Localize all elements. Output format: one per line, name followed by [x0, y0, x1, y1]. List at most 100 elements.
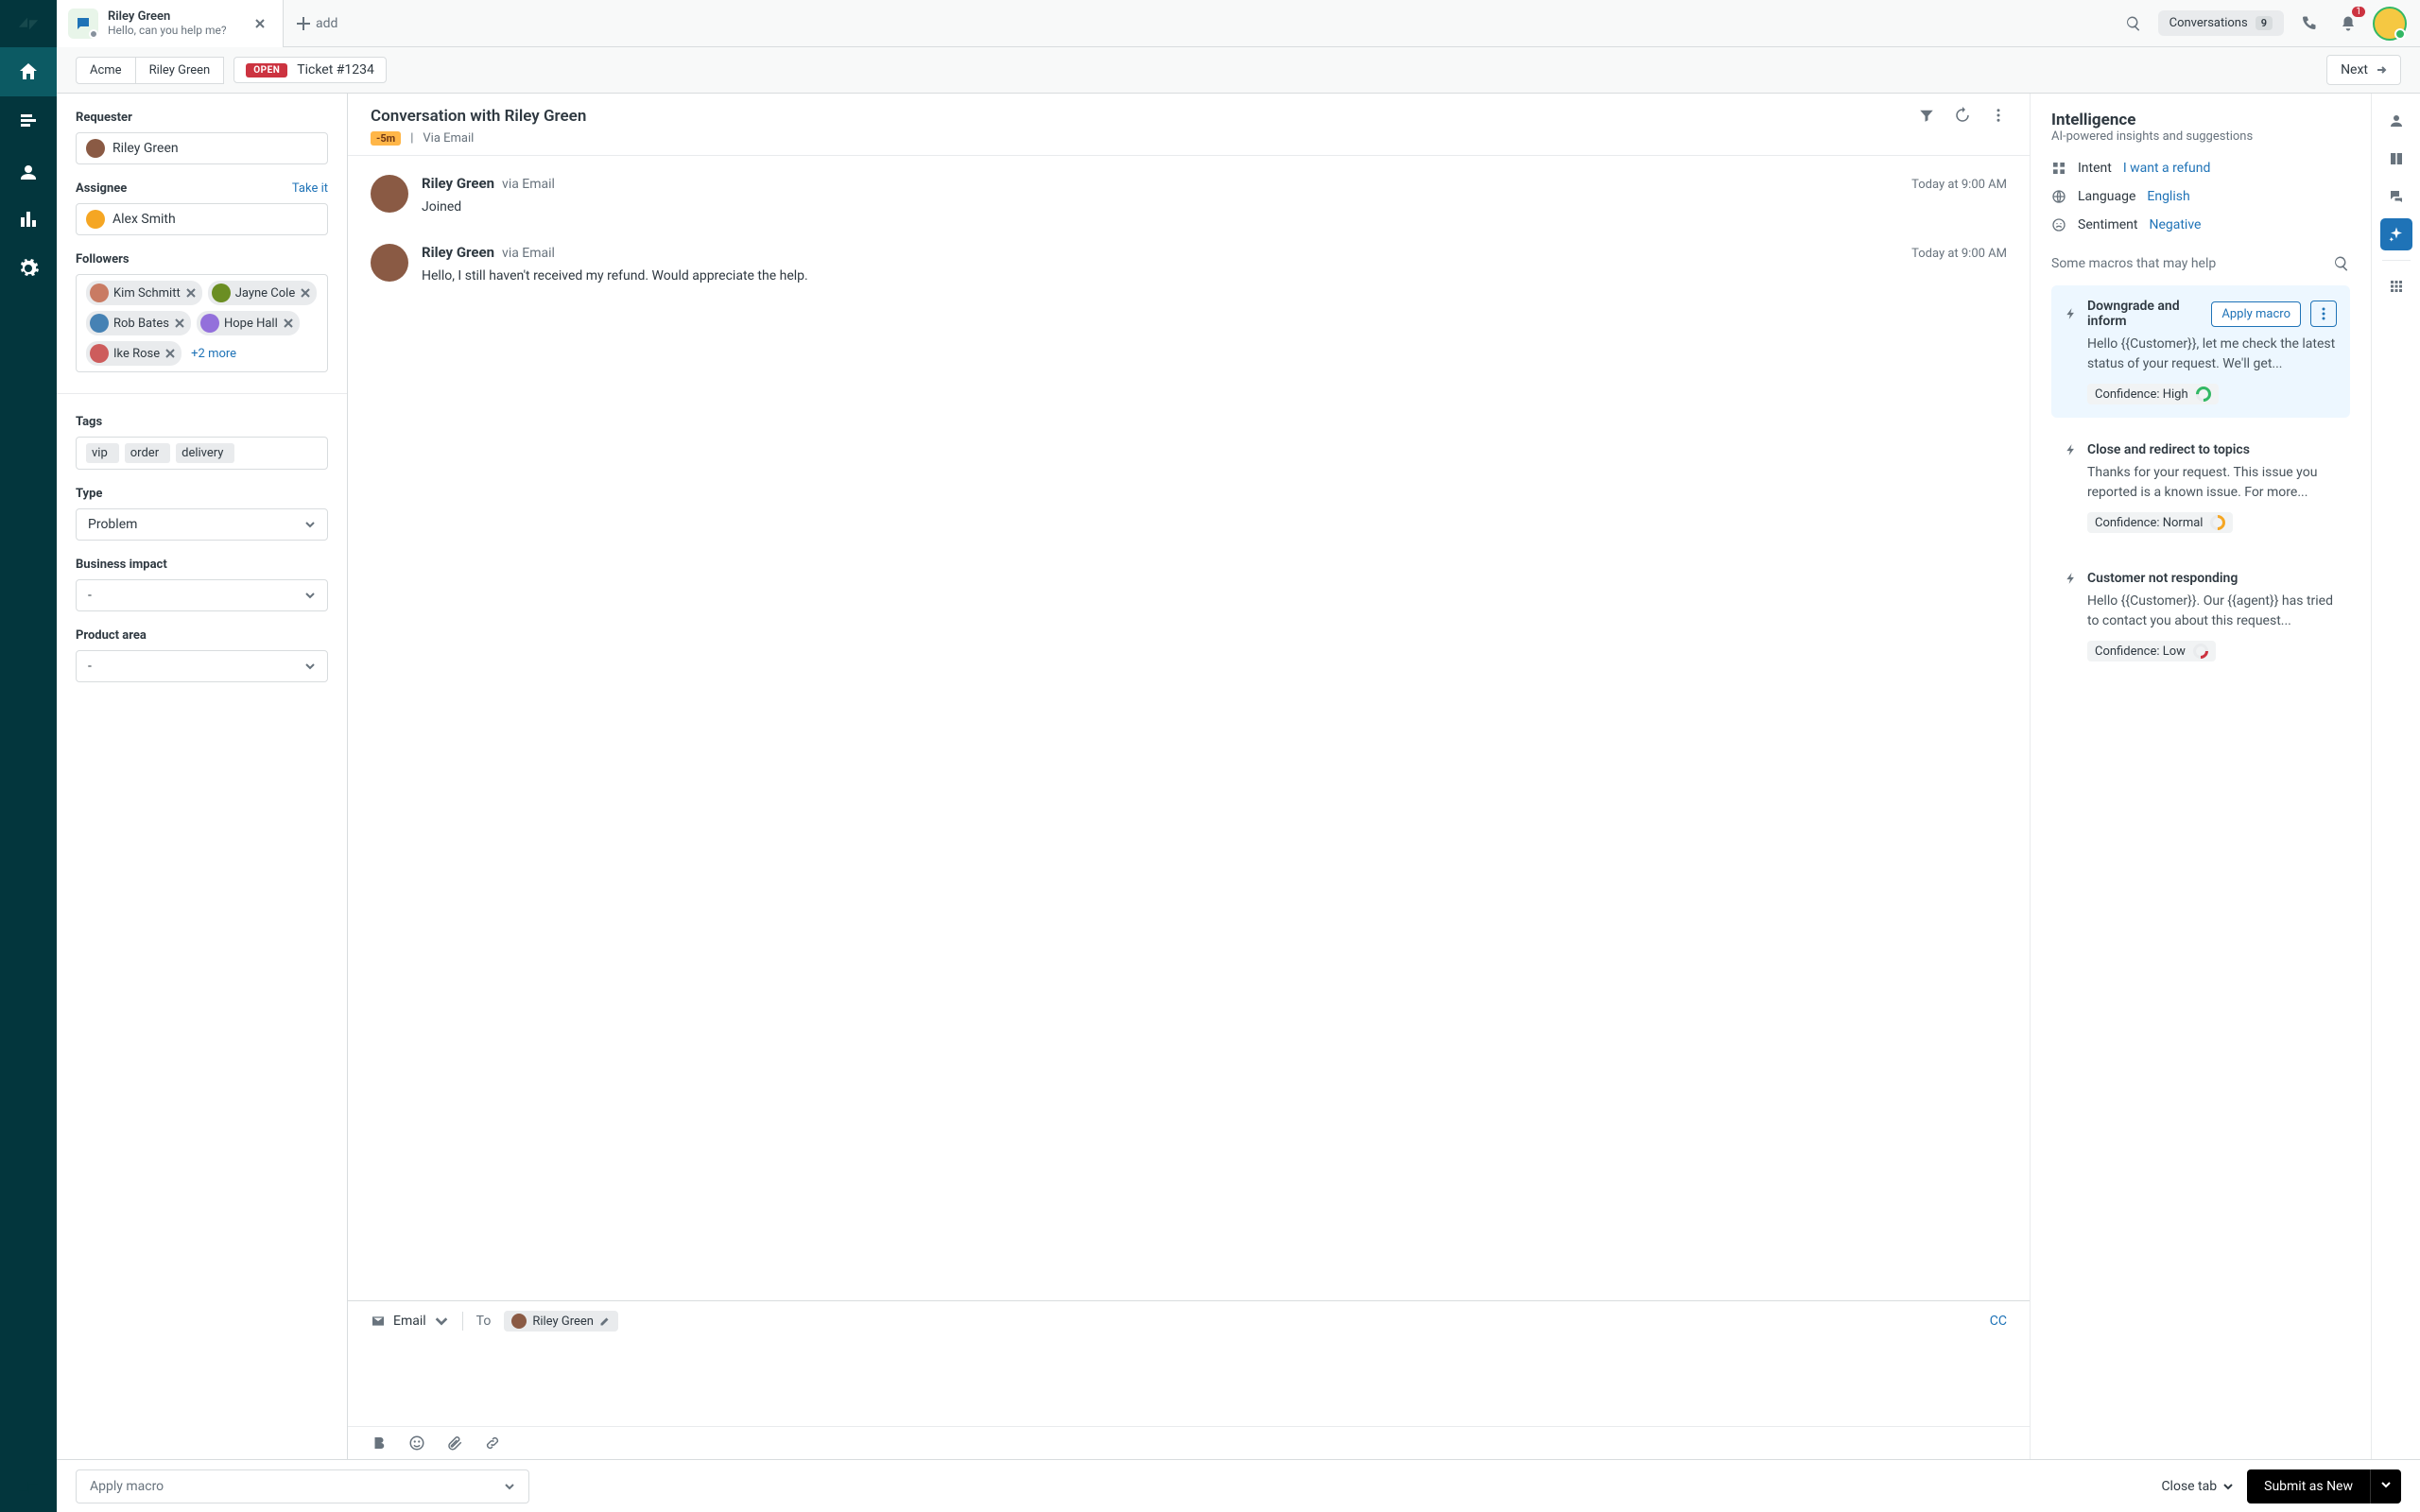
history-icon[interactable]	[1954, 107, 1971, 124]
remove-icon[interactable]	[174, 318, 185, 329]
nav-views[interactable]	[0, 96, 57, 146]
follower-chip[interactable]: Ike Rose	[86, 341, 182, 366]
close-tab-button[interactable]	[249, 12, 271, 35]
format-icon[interactable]	[371, 1435, 388, 1452]
rail-user[interactable]	[2380, 105, 2412, 137]
rail-chat[interactable]	[2380, 180, 2412, 213]
emoji-icon[interactable]	[408, 1435, 425, 1452]
conversations-button[interactable]: Conversations 9	[2158, 10, 2284, 36]
message: Riley Green via Email Today at 9:00 AM J…	[371, 175, 2007, 217]
sla-badge: -5m	[371, 131, 401, 146]
ticket-status[interactable]: OPEN Ticket #1234	[233, 57, 387, 83]
nav-admin[interactable]	[0, 244, 57, 293]
avatar-icon	[86, 210, 105, 229]
message-via: via Email	[502, 177, 555, 192]
avatar-icon	[371, 244, 408, 282]
notifications-button[interactable]: 1	[2333, 9, 2363, 39]
remove-icon[interactable]	[164, 348, 176, 359]
confidence-pill: Confidence: Normal	[2087, 512, 2233, 533]
breadcrumb-person[interactable]: Riley Green	[136, 57, 225, 84]
tag-chip[interactable]: order	[125, 443, 170, 463]
follower-chip[interactable]: Hope Hall	[197, 311, 300, 335]
sentiment-icon	[2051, 217, 2066, 232]
status-dot-icon	[89, 29, 98, 39]
intent-icon	[2051, 161, 2066, 176]
tags-field[interactable]: vip order delivery	[76, 437, 328, 470]
remove-icon[interactable]	[185, 287, 197, 299]
assignee-label: Assignee	[76, 181, 127, 196]
take-it-link[interactable]: Take it	[292, 181, 328, 196]
link-icon[interactable]	[484, 1435, 501, 1452]
confidence-pill: Confidence: High	[2087, 384, 2219, 404]
user-avatar[interactable]	[2373, 7, 2407, 41]
impact-select[interactable]: -	[76, 579, 328, 611]
add-tab-button[interactable]: add	[284, 16, 351, 31]
nav-reports[interactable]	[0, 195, 57, 244]
cc-button[interactable]: CC	[1990, 1314, 2007, 1329]
nav-home[interactable]	[0, 47, 57, 96]
followers-field[interactable]: Kim Schmitt Jayne Cole Rob Bates Hope Ha…	[76, 274, 328, 372]
search-button[interactable]	[2118, 9, 2149, 39]
requester-field[interactable]: Riley Green	[76, 132, 328, 164]
intent-value[interactable]: I want a refund	[2123, 161, 2211, 176]
apply-macro-button[interactable]: Apply macro	[2211, 301, 2301, 327]
type-select[interactable]: Problem	[76, 508, 328, 541]
macro-more-button[interactable]	[2310, 301, 2337, 327]
macro-search[interactable]: Some macros that may help	[2051, 255, 2350, 272]
message-via: via Email	[502, 246, 555, 261]
tag-chip[interactable]: delivery	[176, 443, 234, 463]
impact-label: Business impact	[76, 558, 328, 572]
channel-select[interactable]: Email	[371, 1314, 449, 1329]
filter-icon[interactable]	[1918, 107, 1935, 124]
message-author: Riley Green	[422, 175, 494, 192]
nav-zendesk-icon[interactable]	[0, 1463, 57, 1512]
macro-body: Hello {{Customer}}, let me check the lat…	[2087, 335, 2337, 374]
follower-chip[interactable]: Jayne Cole	[208, 281, 318, 305]
rail-knowledge[interactable]	[2380, 143, 2412, 175]
message-author: Riley Green	[422, 244, 494, 261]
nav-customers[interactable]	[0, 146, 57, 195]
language-value[interactable]: English	[2147, 189, 2189, 204]
breadcrumb-org[interactable]: Acme	[76, 57, 136, 84]
remove-icon[interactable]	[283, 318, 294, 329]
context-bar: Acme Riley Green OPEN Ticket #1234 Next	[57, 47, 2420, 93]
right-rail	[2371, 94, 2420, 1459]
to-label: To	[476, 1314, 492, 1329]
ticket-tab[interactable]: Riley Green Hello, can you help me?	[57, 0, 284, 47]
follower-chip[interactable]: Rob Bates	[86, 311, 191, 335]
assignee-field[interactable]: Alex Smith	[76, 203, 328, 235]
more-followers-link[interactable]: +2 more	[191, 347, 236, 361]
area-select[interactable]: -	[76, 650, 328, 682]
remove-icon[interactable]	[300, 287, 311, 299]
chat-icon	[68, 9, 98, 39]
presence-dot-icon	[2394, 28, 2406, 40]
avatar-icon	[86, 139, 105, 158]
apply-macro-select[interactable]: Apply macro	[76, 1469, 529, 1503]
tag-chip[interactable]: vip	[86, 443, 119, 463]
phone-button[interactable]	[2293, 9, 2324, 39]
requester-value: Riley Green	[112, 141, 179, 156]
ticket-id: Ticket #1234	[297, 62, 374, 77]
close-tab-link[interactable]: Close tab	[2161, 1479, 2234, 1494]
macro-card[interactable]: Close and redirect to topics Thanks for …	[2051, 429, 2350, 546]
more-icon[interactable]	[1990, 107, 2007, 124]
footer: Apply macro Close tab Submit as New	[57, 1459, 2420, 1512]
type-label: Type	[76, 487, 328, 501]
macro-body: Hello {{Customer}}. Our {{agent}} has tr…	[2087, 592, 2337, 631]
macro-card[interactable]: Downgrade and inform Apply macro Hello {…	[2051, 285, 2350, 418]
rail-intelligence[interactable]	[2380, 218, 2412, 250]
rail-apps[interactable]	[2380, 270, 2412, 302]
tab-title: Riley Green	[108, 9, 249, 25]
brand-logo	[0, 0, 57, 47]
composer-textarea[interactable]	[348, 1341, 2030, 1426]
macro-card[interactable]: Customer not responding Hello {{Customer…	[2051, 558, 2350, 675]
sentiment-value[interactable]: Negative	[2149, 217, 2201, 232]
follower-chip[interactable]: Kim Schmitt	[86, 281, 202, 305]
to-chip[interactable]: Riley Green	[504, 1311, 618, 1332]
macro-title: Close and redirect to topics	[2087, 442, 2337, 457]
language-label: Language	[2078, 189, 2135, 204]
submit-button[interactable]: Submit as New	[2247, 1469, 2370, 1503]
submit-dropdown[interactable]	[2370, 1469, 2401, 1503]
next-button[interactable]: Next	[2326, 55, 2401, 85]
attach-icon[interactable]	[446, 1435, 463, 1452]
